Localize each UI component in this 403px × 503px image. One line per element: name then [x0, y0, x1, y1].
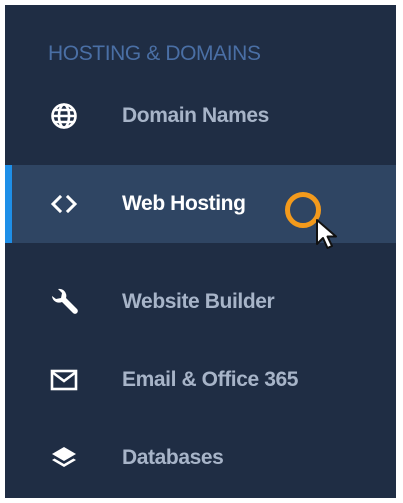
sidebar-item-databases[interactable]: Databases	[5, 419, 396, 497]
sidebar-item-label: Domain Names	[122, 104, 269, 127]
mouse-pointer-icon	[315, 218, 341, 257]
sidebar-nav: HOSTING & DOMAINS Domain Names Web Hosti…	[5, 5, 396, 498]
sidebar-item-domain-names[interactable]: Domain Names	[5, 77, 396, 155]
active-indicator	[5, 165, 12, 243]
layers-icon	[49, 443, 79, 473]
globe-icon	[49, 101, 79, 131]
sidebar-item-label: Website Builder	[122, 290, 275, 313]
envelope-icon	[49, 365, 79, 395]
wrench-icon	[49, 287, 79, 317]
section-heading-hosting-domains: HOSTING & DOMAINS	[48, 42, 261, 65]
sidebar-item-website-builder[interactable]: Website Builder	[5, 263, 396, 341]
sidebar-item-email-office[interactable]: Email & Office 365	[5, 341, 396, 419]
sidebar-item-label: Web Hosting	[122, 192, 246, 215]
sidebar-item-label: Email & Office 365	[122, 368, 299, 391]
sidebar-item-label: Databases	[122, 446, 224, 469]
code-brackets-icon	[49, 189, 79, 219]
